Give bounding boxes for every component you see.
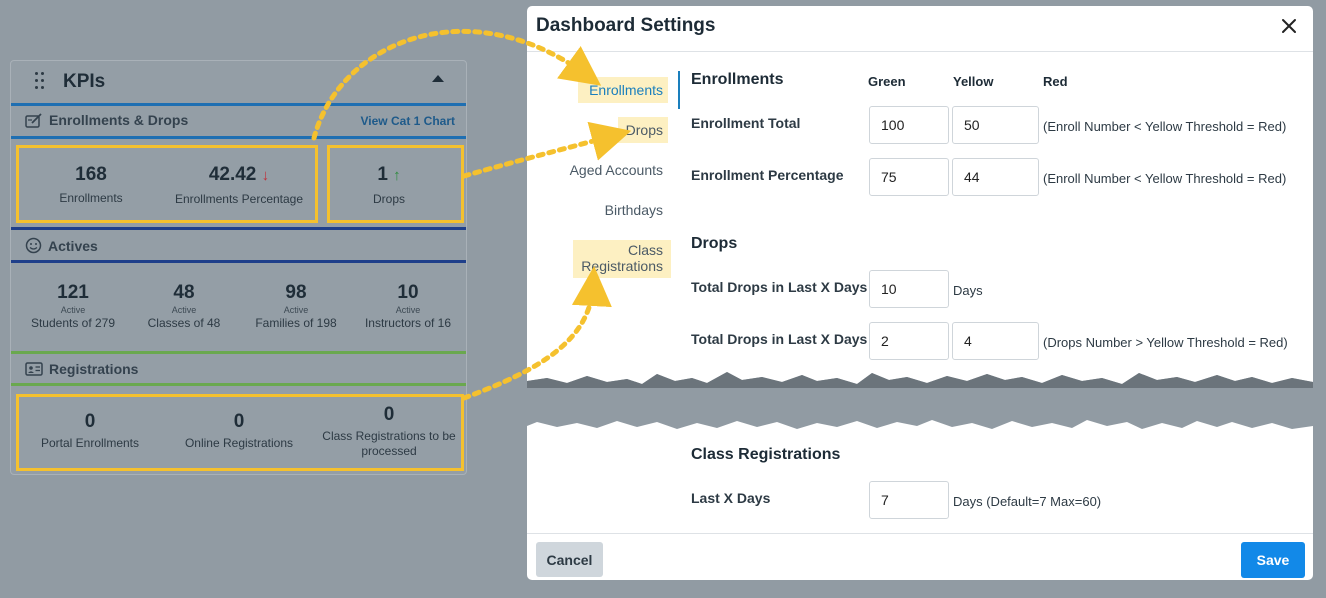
section-label: Enrollments & Drops xyxy=(49,112,189,128)
nav-class-registrations[interactable]: Class Registrations xyxy=(573,242,663,274)
stat-value: 98 xyxy=(285,282,307,303)
edit-form-icon xyxy=(25,112,42,128)
kpi-title: KPIs xyxy=(63,71,106,92)
drops-days-input[interactable]: 10 xyxy=(869,270,949,308)
section-enrollments-drops: Enrollments & Drops xyxy=(25,112,188,128)
kpi-header: KPIs xyxy=(11,61,466,103)
highlight-box xyxy=(327,145,464,223)
column-header-green: Green xyxy=(868,74,906,89)
drag-handle-icon[interactable] xyxy=(35,72,45,90)
section-label: Actives xyxy=(48,237,98,254)
enrollment-total-yellow-input[interactable]: 50 xyxy=(952,106,1039,144)
stat-sub: Active xyxy=(283,305,309,315)
stat-active-instructors: 10 Active Instructors of 16 xyxy=(353,282,463,331)
smiley-icon xyxy=(25,237,42,254)
stat-active-classes: 48 Active Classes of 48 xyxy=(131,282,237,331)
row-label: Total Drops in Last X Days xyxy=(691,279,868,295)
class-registrations-days-input[interactable]: 7 xyxy=(869,481,949,519)
stat-value: 48 xyxy=(173,282,195,303)
row-hint: (Enroll Number < Yellow Threshold = Red) xyxy=(1043,119,1287,134)
section-divider xyxy=(11,260,466,263)
enrollment-percentage-green-input[interactable]: 75 xyxy=(869,158,949,196)
column-header-yellow: Yellow xyxy=(953,74,994,89)
modal-footer-divider xyxy=(527,533,1313,534)
stat-active-students: 121 Active Students of 279 xyxy=(19,282,127,331)
section-divider xyxy=(11,103,466,106)
stat-value: 10 xyxy=(397,282,419,303)
row-hint: Days (Default=7 Max=60) xyxy=(953,494,1102,509)
section-actives: Actives xyxy=(25,237,98,254)
cancel-button[interactable]: Cancel xyxy=(536,542,603,577)
stat-sub: Active xyxy=(395,305,421,315)
dashboard-settings-modal: Dashboard Settings Enrollments Drops Age… xyxy=(527,6,1313,580)
section-heading-drops: Drops xyxy=(691,235,738,252)
section-registrations: Registrations xyxy=(25,361,138,377)
section-heading-enrollments: Enrollments xyxy=(691,71,784,88)
stat-label: Students of 279 xyxy=(30,316,116,330)
stat-value: 121 xyxy=(57,282,89,303)
highlight-box xyxy=(16,145,318,223)
view-chart-link[interactable]: View Cat 1 Chart xyxy=(361,114,455,128)
stat-sub: Active xyxy=(60,305,86,315)
modal-title: Dashboard Settings xyxy=(536,15,716,36)
section-label: Registrations xyxy=(49,361,139,377)
row-hint: (Drops Number > Yellow Threshold = Red) xyxy=(1043,335,1288,350)
stat-label: Families of 198 xyxy=(255,316,337,330)
column-header-red: Red xyxy=(1043,74,1068,89)
enrollment-percentage-yellow-input[interactable]: 44 xyxy=(952,158,1039,196)
section-divider xyxy=(11,383,466,386)
highlight-box xyxy=(16,394,464,471)
stat-active-families: 98 Active Families of 198 xyxy=(241,282,351,331)
modal-header-divider xyxy=(527,51,1313,52)
drops-green-input[interactable]: 2 xyxy=(869,322,949,360)
section-divider xyxy=(11,227,466,230)
close-icon[interactable] xyxy=(1279,16,1299,36)
row-label: Last X Days xyxy=(691,490,771,506)
nav-birthdays[interactable]: Birthdays xyxy=(605,202,663,218)
row-hint: (Enroll Number < Yellow Threshold = Red) xyxy=(1043,171,1287,186)
save-button[interactable]: Save xyxy=(1241,542,1305,578)
nav-enrollments[interactable]: Enrollments xyxy=(589,82,663,98)
section-divider xyxy=(11,136,466,139)
nav-aged-accounts[interactable]: Aged Accounts xyxy=(570,162,663,178)
stat-sub: Active xyxy=(171,305,197,315)
enrollment-total-green-input[interactable]: 100 xyxy=(869,106,949,144)
row-label: Total Drops in Last X Days xyxy=(691,331,868,347)
torn-edge-divider xyxy=(527,372,1313,429)
row-label: Enrollment Percentage xyxy=(691,167,844,183)
active-nav-indicator xyxy=(678,71,680,109)
section-heading-class-registrations: Class Registrations xyxy=(691,446,841,463)
kpi-panel: KPIs Enrollments & Drops View Cat 1 Char… xyxy=(10,60,467,475)
row-label: Enrollment Total xyxy=(691,115,801,131)
row-hint: Days xyxy=(953,283,983,298)
stat-label: Instructors of 16 xyxy=(364,316,452,330)
drops-yellow-input[interactable]: 4 xyxy=(952,322,1039,360)
section-divider xyxy=(11,351,466,354)
stat-label: Classes of 48 xyxy=(147,316,221,330)
collapse-caret-icon[interactable] xyxy=(432,75,444,82)
id-card-icon xyxy=(25,362,43,376)
nav-drops[interactable]: Drops xyxy=(626,122,663,138)
